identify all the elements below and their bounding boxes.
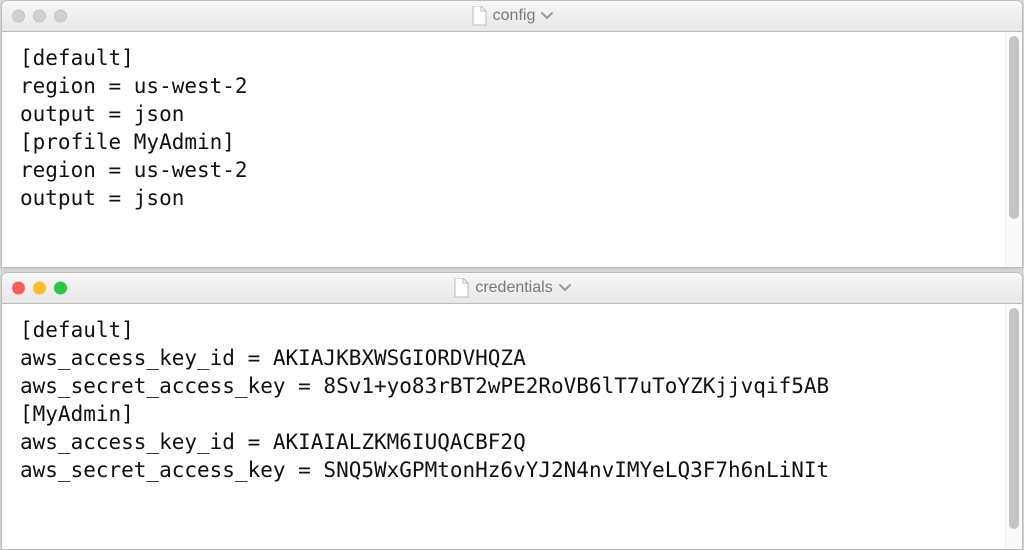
zoom-icon[interactable] bbox=[54, 10, 67, 23]
window-title[interactable]: config bbox=[471, 6, 554, 26]
titlebar-config[interactable]: config bbox=[2, 1, 1022, 32]
scrollbar-track[interactable] bbox=[1005, 304, 1022, 549]
scrollbar-track[interactable] bbox=[1005, 32, 1022, 267]
editor-line: region = us-west-2 bbox=[20, 74, 248, 98]
scrollbar-thumb[interactable] bbox=[1009, 308, 1019, 529]
editor-credentials[interactable]: [default] aws_access_key_id = AKIAJKBXWS… bbox=[2, 304, 1005, 549]
window-title[interactable]: credentials bbox=[453, 278, 570, 298]
close-icon[interactable] bbox=[12, 282, 25, 295]
editor-config[interactable]: [default] region = us-west-2 output = js… bbox=[2, 32, 1005, 267]
titlebar-credentials[interactable]: credentials bbox=[2, 273, 1022, 304]
window-credentials: credentials [default] aws_access_key_id … bbox=[1, 272, 1023, 550]
editor-line: [default] bbox=[20, 318, 134, 342]
traffic-lights bbox=[12, 282, 67, 295]
editor-line: [profile MyAdmin] bbox=[20, 130, 235, 154]
zoom-icon[interactable] bbox=[54, 282, 67, 295]
minimize-icon[interactable] bbox=[33, 10, 46, 23]
editor-line: aws_secret_access_key = 8Sv1+yo83rBT2wPE… bbox=[20, 374, 829, 398]
minimize-icon[interactable] bbox=[33, 282, 46, 295]
editor-line: aws_secret_access_key = SNQ5WxGPMtonHz6v… bbox=[20, 458, 829, 482]
editor-line: output = json bbox=[20, 186, 184, 210]
window-config: config [default] region = us-west-2 outp… bbox=[1, 0, 1023, 268]
traffic-lights bbox=[12, 10, 67, 23]
chevron-down-icon[interactable] bbox=[541, 12, 553, 20]
editor-line: output = json bbox=[20, 102, 184, 126]
window-title-text: config bbox=[493, 7, 536, 25]
editor-line: [default] bbox=[20, 46, 134, 70]
editor-line: aws_access_key_id = AKIAJKBXWSGIORDVHQZA bbox=[20, 346, 526, 370]
window-title-text: credentials bbox=[475, 279, 552, 297]
file-icon bbox=[471, 6, 487, 26]
chevron-down-icon[interactable] bbox=[559, 284, 571, 292]
file-icon bbox=[453, 278, 469, 298]
scrollbar-thumb[interactable] bbox=[1009, 36, 1019, 219]
close-icon[interactable] bbox=[12, 10, 25, 23]
editor-line: region = us-west-2 bbox=[20, 158, 248, 182]
editor-line: aws_access_key_id = AKIAIALZKM6IUQACBF2Q bbox=[20, 430, 526, 454]
editor-line: [MyAdmin] bbox=[20, 402, 134, 426]
